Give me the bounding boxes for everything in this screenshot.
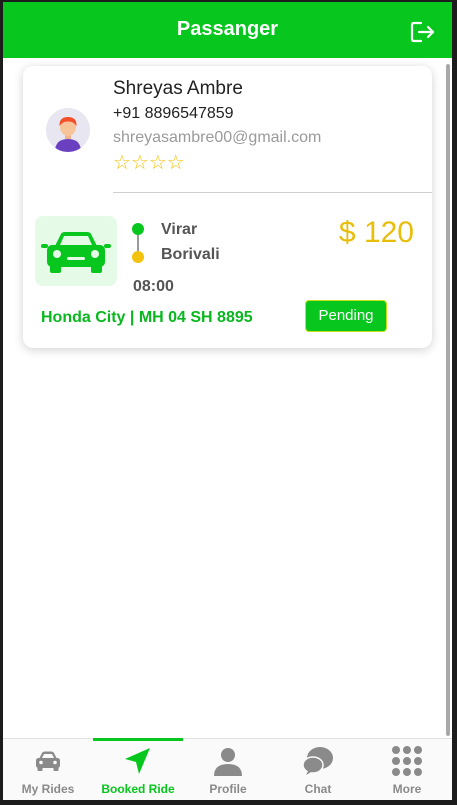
car-icon: [41, 232, 111, 273]
app-header: Passanger: [3, 2, 452, 58]
car-icon: [36, 751, 60, 771]
chat-bubble-icon: [302, 747, 333, 775]
tab-label: Profile: [209, 782, 247, 796]
passenger-phone[interactable]: +91 8896547859: [113, 105, 234, 123]
dropoff-dot-icon: [132, 251, 144, 263]
logout-icon[interactable]: [410, 20, 436, 44]
bottom-tab-bar: My Rides Booked Ride Profile Chat More: [3, 738, 452, 800]
scrollbar[interactable]: [446, 64, 450, 736]
vehicle-info: Honda City | MH 04 SH 8895: [41, 309, 253, 326]
ride-price: $ 120: [338, 216, 414, 249]
tab-booked-ride[interactable]: Booked Ride: [93, 738, 183, 800]
dropoff-location: Borivali: [161, 246, 220, 263]
passenger-email[interactable]: shreyasambre00@gmail.com: [113, 129, 321, 147]
user-avatar-icon: [46, 108, 90, 152]
tab-label: More: [392, 782, 422, 796]
pickup-location: Virar: [161, 221, 198, 238]
active-tab-indicator: [93, 738, 183, 741]
tab-more[interactable]: More: [362, 739, 452, 800]
tab-label: My Rides: [21, 782, 75, 796]
ride-time: 08:00: [133, 278, 174, 295]
navigation-arrow-icon: [125, 748, 150, 774]
ride-card[interactable]: Shreyas Ambre +91 8896547859 shreyasambr…: [23, 66, 432, 348]
grid-dots-icon: [392, 746, 422, 776]
page-title: Passanger: [176, 18, 279, 40]
person-icon: [214, 748, 242, 776]
divider: [113, 192, 432, 193]
app-frame: Passanger Shreyas Ambre +91 8896547859 s…: [3, 2, 452, 800]
passenger-name: Shreyas Ambre: [113, 78, 243, 99]
pickup-dot-icon: [132, 223, 144, 235]
rating-stars[interactable]: ☆☆☆☆: [113, 150, 185, 175]
vehicle-image: [35, 216, 117, 286]
tab-profile[interactable]: Profile: [183, 739, 273, 800]
status-button[interactable]: Pending: [305, 300, 387, 332]
tab-label: Chat: [304, 782, 332, 796]
avatar: [46, 108, 90, 152]
tab-chat[interactable]: Chat: [273, 739, 363, 800]
tab-label: Booked Ride: [101, 782, 175, 796]
booked-ride-content: Shreyas Ambre +91 8896547859 shreyasambr…: [3, 58, 452, 738]
tab-my-rides[interactable]: My Rides: [3, 739, 93, 800]
